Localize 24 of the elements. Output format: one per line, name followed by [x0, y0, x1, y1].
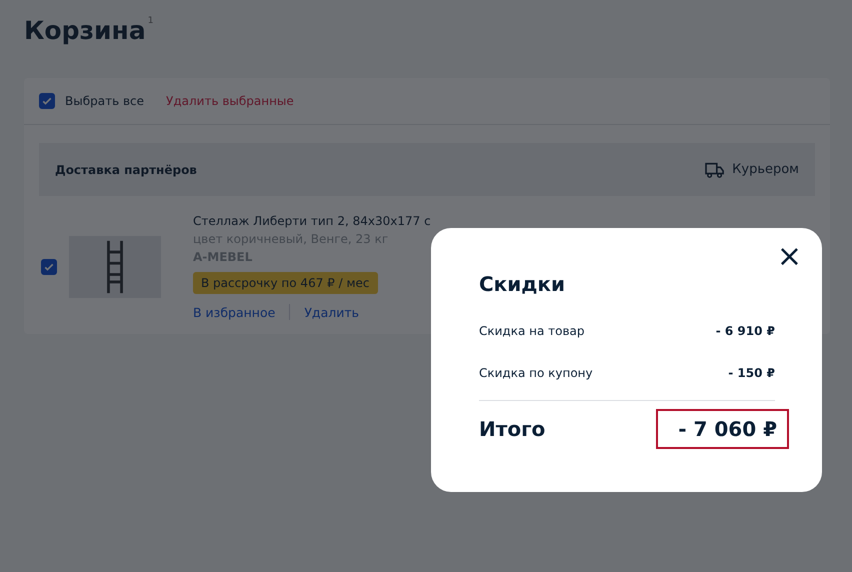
item-action-link[interactable]: Удалить: [304, 304, 359, 320]
checkmark-icon: [43, 261, 55, 273]
select-all-checkbox[interactable]: [39, 93, 55, 109]
total-value: - 7 060 ₽: [656, 409, 789, 449]
close-button[interactable]: ×: [772, 242, 806, 272]
checkmark-icon: [41, 95, 53, 107]
modal-title: Скидки: [479, 272, 566, 296]
product-name[interactable]: Стеллаж Либерти тип 2, 84x30x177 с: [193, 214, 431, 228]
delivery-method[interactable]: Курьером: [732, 162, 799, 177]
delete-selected-link[interactable]: Удалить выбранные: [166, 94, 294, 108]
delivery-title: Доставка партнёров: [55, 162, 198, 176]
discount-label: Скидка по купону: [479, 366, 593, 380]
truck-icon: [704, 160, 726, 178]
installment-badge: В рассрочку по 467 ₽ / мес: [193, 272, 378, 294]
item-checkbox[interactable]: [41, 259, 57, 275]
discount-value: - 150 ₽: [728, 366, 775, 380]
discount-label: Скидка на товар: [479, 324, 585, 338]
discount-value: - 6 910 ₽: [716, 324, 775, 338]
shelf-drawing: [105, 239, 125, 295]
item-action-link[interactable]: В избранное: [193, 304, 276, 320]
item-count: 1: [148, 16, 154, 26]
page-title: Корзина: [24, 16, 146, 45]
total-label: Итого: [479, 417, 546, 441]
select-all-label[interactable]: Выбрать все: [65, 94, 144, 108]
